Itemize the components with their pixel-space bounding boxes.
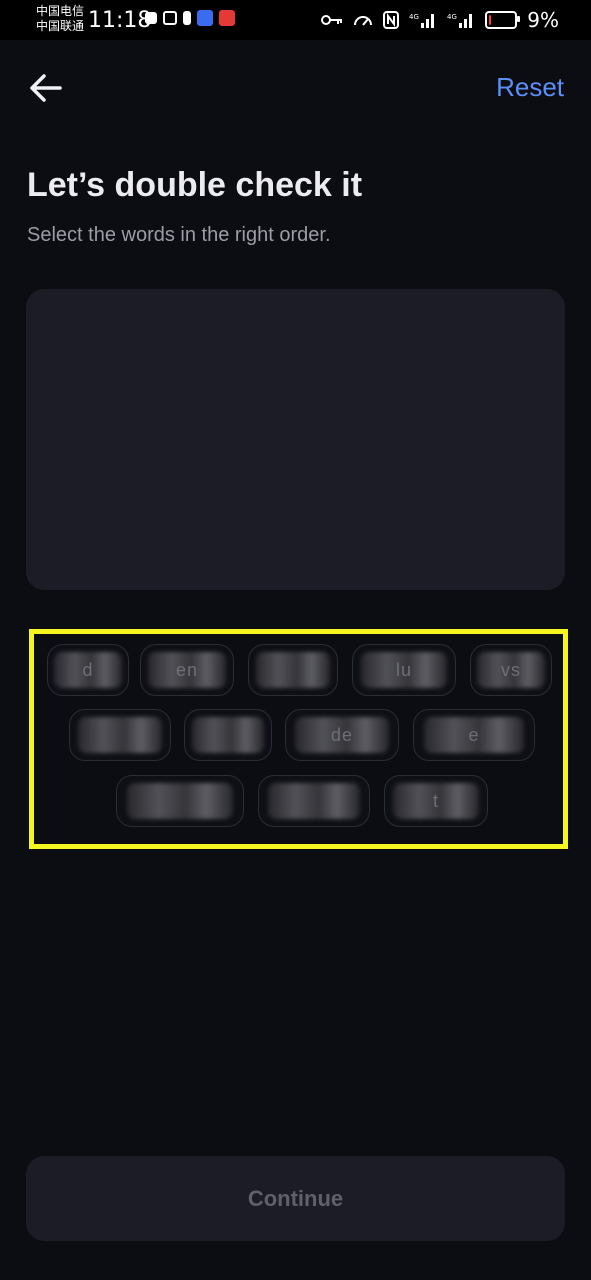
battery-saver-icon: [183, 11, 191, 25]
signal-4g-icon-2: 4G: [447, 13, 473, 28]
continue-button[interactable]: Continue: [26, 1156, 565, 1241]
word-chip[interactable]: de: [285, 709, 399, 761]
app-notification-icon: [145, 12, 157, 24]
signal-4g-icon: 4G: [409, 13, 435, 28]
carrier-2: 中国联通: [36, 19, 85, 33]
nfc-icon: [383, 11, 400, 29]
word-chip[interactable]: [116, 775, 244, 827]
status-right: 4G 4G 9%: [321, 8, 559, 32]
word-chip-text: en: [175, 659, 199, 680]
word-chip-text: vs: [501, 659, 521, 680]
battery-icon: [485, 11, 521, 29]
word-chip[interactable]: [258, 775, 370, 827]
reset-button[interactable]: Reset: [496, 72, 564, 103]
status-bar: 中国电信 中国联通 11:18 4G 4G 9%: [0, 0, 591, 40]
word-chip[interactable]: vs: [470, 644, 552, 696]
check-notification-icon: [163, 11, 177, 25]
arrow-left-icon: [30, 74, 62, 102]
battery-percent: 9%: [527, 8, 559, 32]
word-chip[interactable]: [248, 644, 338, 696]
carrier-labels: 中国电信 中国联通: [36, 4, 84, 34]
svg-text:4G: 4G: [447, 13, 457, 21]
word-chip[interactable]: e: [413, 709, 535, 761]
word-chip[interactable]: en: [140, 644, 234, 696]
word-chip-text: t: [432, 790, 439, 811]
page-subtitle: Select the words in the right order.: [27, 224, 331, 246]
speed-icon: [354, 16, 373, 26]
selected-words-area[interactable]: [26, 289, 565, 590]
page-title: Let’s double check it: [27, 166, 363, 204]
svg-text:4G: 4G: [409, 13, 419, 21]
word-chip[interactable]: [69, 709, 171, 761]
word-chip-list: d en lu vs de e t: [34, 634, 563, 844]
app-k-icon: [197, 10, 213, 26]
status-time: 11:18: [88, 8, 152, 33]
carrier-1: 中国电信: [36, 4, 85, 18]
word-chip[interactable]: t: [384, 775, 488, 827]
back-button[interactable]: [26, 70, 66, 106]
word-chip-text: lu: [395, 659, 412, 680]
key-icon: [321, 15, 343, 25]
word-chip[interactable]: [184, 709, 272, 761]
app-red-icon: [219, 10, 235, 26]
notification-icons: [145, 10, 235, 26]
word-chip-text: d: [82, 659, 94, 680]
word-chip[interactable]: lu: [352, 644, 456, 696]
word-chip[interactable]: d: [47, 644, 129, 696]
word-chip-text: de: [330, 724, 354, 745]
word-chip-text: e: [468, 724, 480, 745]
